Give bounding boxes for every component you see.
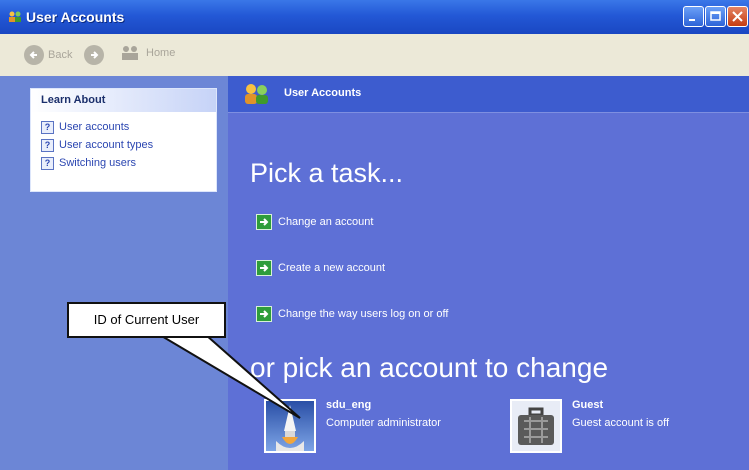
learn-about-item-label: User account types — [59, 139, 154, 151]
learn-about-list: ? User accounts ? User account types ? S… — [31, 112, 216, 172]
left-task-pane: Learn About ? User accounts ? User accou… — [0, 76, 228, 470]
back-label: Back — [48, 49, 73, 61]
callout-label: ID of Current User — [67, 302, 226, 338]
account-name: Guest — [572, 399, 604, 411]
account-role: Computer administrator — [326, 417, 441, 429]
green-arrow-icon — [256, 306, 272, 322]
green-arrow-icon — [256, 214, 272, 230]
title-bar[interactable]: User Accounts — [0, 0, 749, 34]
home-button[interactable]: Home — [120, 45, 175, 61]
task-label: Create a new account — [278, 262, 386, 274]
task-change-logon[interactable]: Change the way users log on or off — [256, 306, 448, 322]
maximize-button[interactable] — [705, 6, 726, 27]
pick-a-task-heading: Pick a task... — [250, 158, 404, 188]
user-accounts-icon — [245, 84, 268, 104]
space-shuttle-icon — [264, 399, 316, 453]
briefcase-icon — [510, 399, 562, 453]
learn-about-item-label: User accounts — [59, 121, 130, 133]
green-arrow-icon — [256, 260, 272, 276]
user-accounts-window: User Accounts Back Home Learn About ? Us… — [0, 0, 749, 470]
learn-about-item-user-account-types[interactable]: ? User account types — [41, 136, 216, 154]
maximize-icon — [710, 11, 721, 21]
forward-arrow-icon — [84, 45, 104, 65]
close-icon — [732, 11, 743, 22]
account-tile-admin[interactable]: sdu_eng Computer administrator — [264, 399, 441, 453]
help-icon: ? — [41, 138, 54, 152]
content-header-title: User Accounts — [284, 87, 362, 99]
minimize-button[interactable] — [683, 6, 704, 27]
pick-account-heading: or pick an account to change — [250, 352, 609, 383]
task-label: Change an account — [278, 216, 374, 228]
task-change-account[interactable]: Change an account — [256, 214, 373, 230]
learn-about-box: Learn About ? User accounts ? User accou… — [30, 88, 217, 192]
account-tile-guest[interactable]: Guest Guest account is off — [510, 399, 669, 453]
help-icon: ? — [41, 156, 54, 170]
window-title: User Accounts — [26, 9, 125, 25]
task-label: Change the way users log on or off — [278, 308, 449, 320]
learn-about-item-switching-users[interactable]: ? Switching users — [41, 154, 216, 172]
help-icon: ? — [41, 120, 54, 134]
minimize-icon — [689, 19, 695, 21]
task-create-account[interactable]: Create a new account — [256, 260, 385, 276]
users-home-icon — [122, 46, 138, 60]
main-content-pane: User Accounts Pick a task... Change an a… — [228, 76, 749, 470]
account-name: sdu_eng — [326, 399, 372, 411]
navigation-toolbar: Back Home — [0, 34, 749, 76]
back-button[interactable]: Back — [24, 45, 72, 65]
forward-button[interactable] — [84, 45, 104, 65]
learn-about-heading: Learn About — [31, 89, 216, 112]
content-header: User Accounts — [228, 76, 749, 113]
account-role: Guest account is off — [572, 417, 670, 429]
home-label: Home — [146, 47, 176, 59]
user-accounts-title-icon — [9, 11, 21, 22]
learn-about-item-user-accounts[interactable]: ? User accounts — [41, 118, 216, 136]
back-arrow-icon — [24, 45, 44, 65]
learn-about-item-label: Switching users — [59, 157, 137, 169]
close-button[interactable] — [727, 6, 748, 27]
